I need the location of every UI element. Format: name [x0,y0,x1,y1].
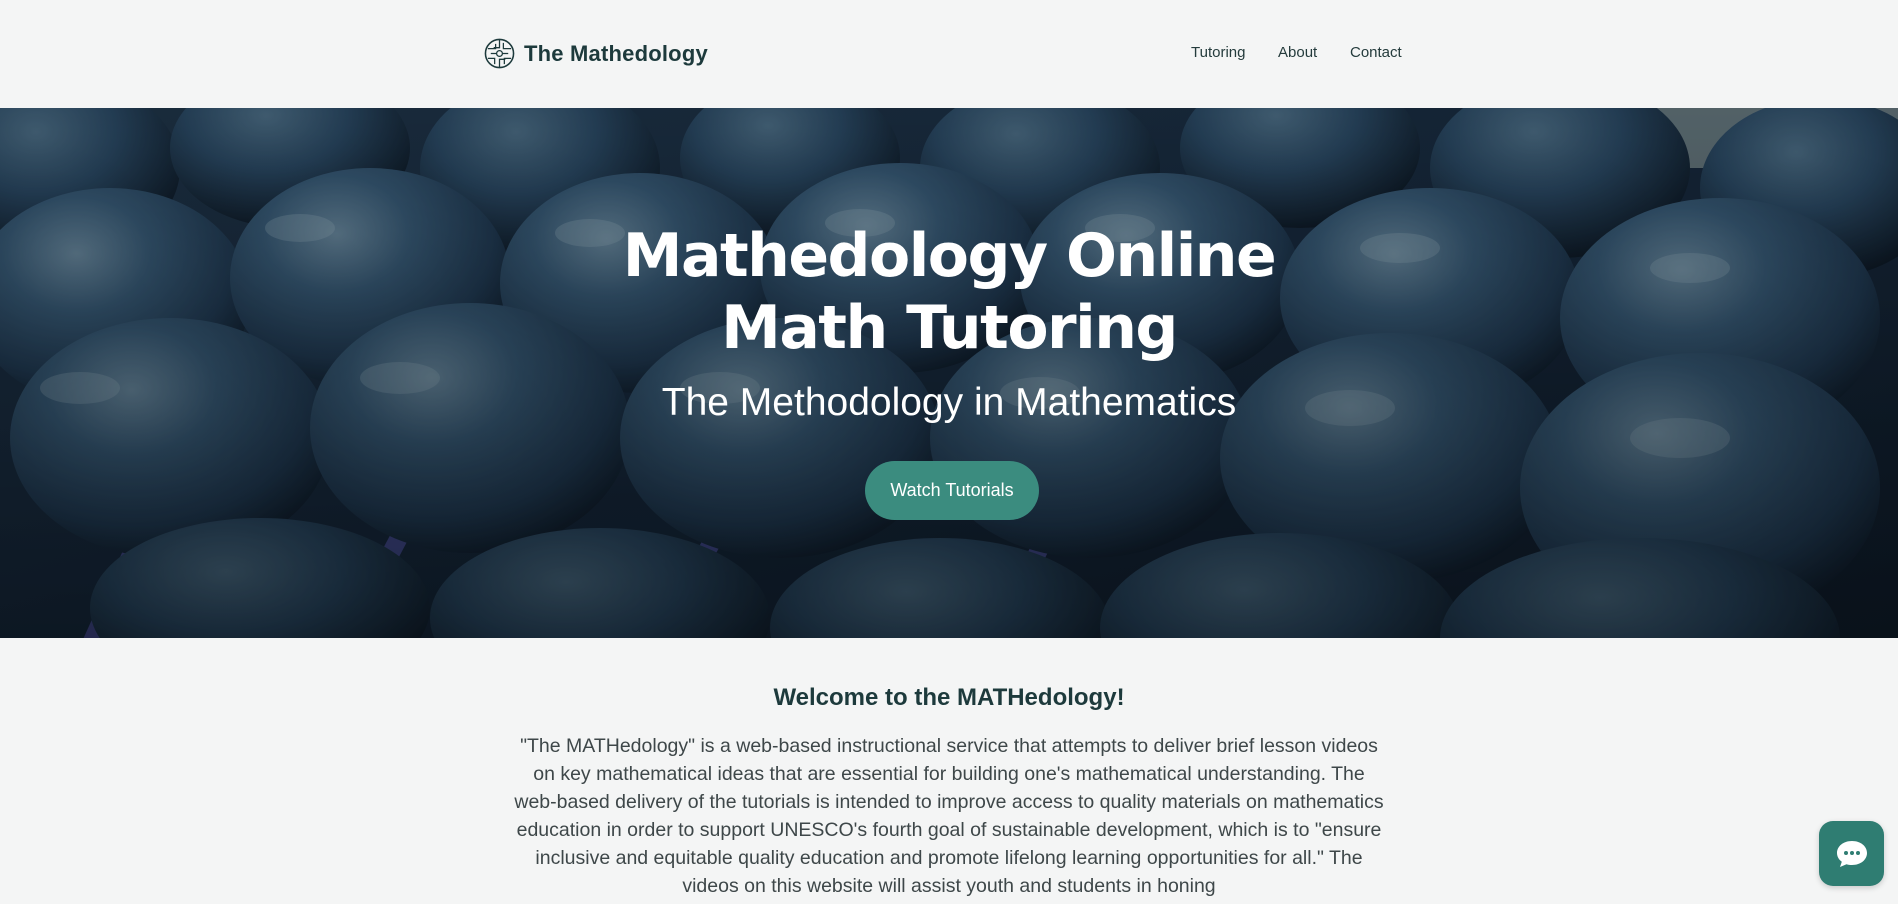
hero-subtitle: The Methodology in Mathematics [661,381,1237,424]
nav-contact[interactable]: Contact [1350,44,1402,61]
hero-section: Mathedology Online Math Tutoring The Met… [0,108,1898,638]
chat-widget-button[interactable] [1819,821,1884,886]
brand-home-link[interactable]: The Mathedology [484,38,708,69]
globe-logo-icon [484,38,515,69]
brand-name: The Mathedology [524,40,708,66]
chat-bubble-icon [1836,840,1867,867]
site-header: The Mathedology Tutoring About Contact [0,0,1898,108]
watch-tutorials-button[interactable]: Watch Tutorials [865,461,1039,520]
hero-title: Mathedology Online Math Tutoring [549,220,1349,364]
welcome-heading: Welcome to the MATHedology! [773,684,1125,711]
hero-overlay [0,108,1898,638]
hero-title-line1: Mathedology Online [622,221,1277,291]
nav-about[interactable]: About [1278,44,1317,61]
hero-title-line2: Math Tutoring [721,293,1178,363]
nav-tutoring[interactable]: Tutoring [1191,44,1245,61]
welcome-body-text: "The MATHedology" is a web-based instruc… [514,735,1384,897]
